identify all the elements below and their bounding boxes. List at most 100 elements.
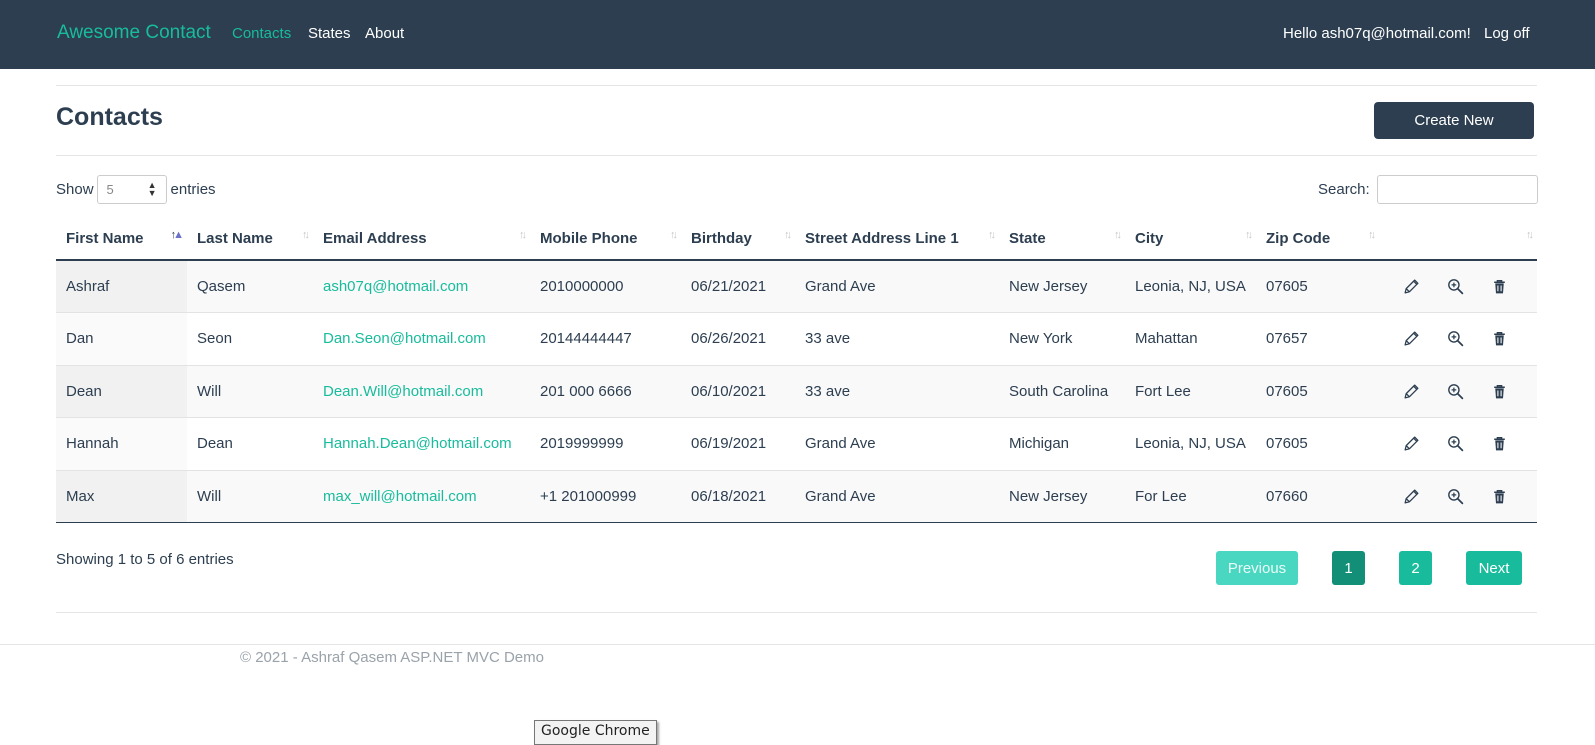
delete-button[interactable] xyxy=(1477,272,1521,302)
table-row: Dean Will Dean.Will@hotmail.com 201 000 666… xyxy=(56,365,1537,418)
edit-button[interactable] xyxy=(1389,376,1433,406)
actions-cell xyxy=(1379,470,1537,523)
table-cell: 07605 xyxy=(1256,365,1379,418)
table-cell: 2019999999 xyxy=(530,417,681,471)
delete-button[interactable] xyxy=(1477,376,1521,406)
logoff-link[interactable]: Log off xyxy=(1484,25,1530,42)
sort-icon: ↑↓ xyxy=(519,229,527,241)
table-cell: Ashraf xyxy=(56,260,187,313)
table-info: Showing 1 to 5 of 6 entries xyxy=(56,551,234,568)
actions-cell xyxy=(1379,260,1537,313)
sort-icon: ↑↓ xyxy=(988,229,996,241)
table-cell: Michigan xyxy=(999,417,1125,471)
zoom-in-icon xyxy=(1447,330,1464,347)
column-header[interactable]: ↑↓ xyxy=(1379,218,1537,261)
email-link[interactable]: max_will@hotmail.com xyxy=(323,488,477,505)
table-cell: 201 000 6666 xyxy=(530,365,681,418)
table-cell: South Carolina xyxy=(999,365,1125,418)
email-cell: Dan.Seon@hotmail.com xyxy=(313,312,530,366)
previous-page-button[interactable]: Previous xyxy=(1216,551,1298,585)
actions-cell xyxy=(1379,417,1537,471)
page-length-control: Show 5 ▲ ▼ entries xyxy=(56,174,216,204)
email-link[interactable]: Dan.Seon@hotmail.com xyxy=(323,330,486,347)
nav-about[interactable]: About xyxy=(365,25,404,42)
table-cell: Dean xyxy=(56,365,187,418)
footer-divider xyxy=(0,644,1595,645)
next-page-button[interactable]: Next xyxy=(1466,551,1522,585)
page-2-button[interactable]: 2 xyxy=(1399,551,1432,585)
create-new-button[interactable]: Create New xyxy=(1374,102,1534,139)
page-length-select[interactable]: 5 ▲ ▼ xyxy=(96,174,167,204)
pencil-icon xyxy=(1403,330,1420,347)
column-header[interactable]: Email Address ↑↓ xyxy=(313,218,530,261)
sort-icon: ↑↓ xyxy=(784,229,792,241)
table-cell: New York xyxy=(999,312,1125,366)
column-header[interactable]: Street Address Line 1 ↑↓ xyxy=(795,218,999,261)
table-cell: 2010000000 xyxy=(530,260,681,313)
table-cell: For Lee xyxy=(1125,470,1256,523)
edit-button[interactable] xyxy=(1389,481,1433,511)
table-cell: Dean xyxy=(187,417,313,471)
details-button[interactable] xyxy=(1433,376,1477,406)
table-cell: 06/18/2021 xyxy=(681,470,795,523)
details-button[interactable] xyxy=(1433,324,1477,354)
column-header-label: State xyxy=(1009,230,1046,247)
column-header-label: City xyxy=(1135,230,1164,247)
email-link[interactable]: ash07q@hotmail.com xyxy=(323,278,468,295)
table-cell: 33 ave xyxy=(795,365,999,418)
edit-button[interactable] xyxy=(1389,324,1433,354)
details-button[interactable] xyxy=(1433,429,1477,459)
navbar: Awesome Contact Contacts States About He… xyxy=(0,0,1595,69)
table-row: Dan Seon Dan.Seon@hotmail.com 20144444447 06… xyxy=(56,312,1537,366)
column-header[interactable]: Mobile Phone ↑↓ xyxy=(530,218,681,261)
column-header[interactable]: Zip Code ↑↓ xyxy=(1256,218,1379,261)
column-header-label: Last Name xyxy=(197,230,273,247)
nav-states[interactable]: States xyxy=(308,25,351,42)
footer-text: © 2021 - Ashraf Qasem ASP.NET MVC Demo xyxy=(240,649,544,666)
user-greeting-link[interactable]: Hello ash07q@hotmail.com! xyxy=(1283,25,1471,42)
table-cell: Grand Ave xyxy=(795,260,999,313)
page-1-button[interactable]: 1 xyxy=(1332,551,1365,585)
zoom-in-icon xyxy=(1447,383,1464,400)
column-header-label: Street Address Line 1 xyxy=(805,230,959,247)
divider xyxy=(56,155,1537,156)
edit-button[interactable] xyxy=(1389,272,1433,302)
pencil-icon xyxy=(1403,488,1420,505)
email-link[interactable]: Dean.Will@hotmail.com xyxy=(323,383,483,400)
delete-button[interactable] xyxy=(1477,429,1521,459)
delete-button[interactable] xyxy=(1477,481,1521,511)
table-cell: Qasem xyxy=(187,260,313,313)
column-header-label: First Name xyxy=(66,230,144,247)
trash-icon xyxy=(1491,383,1508,400)
table-cell: New Jersey xyxy=(999,470,1125,523)
table-cell: Leonia, NJ, USA xyxy=(1125,417,1256,471)
actions-cell xyxy=(1379,365,1537,418)
table-cell: Will xyxy=(187,365,313,418)
table-cell: Max xyxy=(56,470,187,523)
column-header-label: Zip Code xyxy=(1266,230,1331,247)
nav-contacts[interactable]: Contacts xyxy=(232,25,291,42)
column-header[interactable]: State ↑↓ xyxy=(999,218,1125,261)
search-input[interactable] xyxy=(1376,174,1538,204)
contacts-table: First Name ↑▲ Last Name ↑↓ Email Address ↑↓ Mo… xyxy=(56,218,1537,523)
pencil-icon xyxy=(1403,278,1420,295)
page-title: Contacts xyxy=(56,103,163,131)
brand-link[interactable]: Awesome Contact xyxy=(57,22,211,44)
divider xyxy=(56,85,1537,86)
email-link[interactable]: Hannah.Dean@hotmail.com xyxy=(323,435,512,452)
row-actions xyxy=(1389,481,1537,511)
pencil-icon xyxy=(1403,435,1420,452)
column-header[interactable]: City ↑↓ xyxy=(1125,218,1256,261)
details-button[interactable] xyxy=(1433,272,1477,302)
email-cell: Dean.Will@hotmail.com xyxy=(313,365,530,418)
table-cell: New Jersey xyxy=(999,260,1125,313)
column-header[interactable]: Birthday ↑↓ xyxy=(681,218,795,261)
column-header[interactable]: Last Name ↑↓ xyxy=(187,218,313,261)
trash-icon xyxy=(1491,330,1508,347)
edit-button[interactable] xyxy=(1389,429,1433,459)
sort-icon: ↑↓ xyxy=(670,229,678,241)
details-button[interactable] xyxy=(1433,481,1477,511)
delete-button[interactable] xyxy=(1477,324,1521,354)
table-row: Ashraf Qasem ash07q@hotmail.com 2010000000 0… xyxy=(56,260,1537,313)
column-header[interactable]: First Name ↑▲ xyxy=(56,218,187,261)
